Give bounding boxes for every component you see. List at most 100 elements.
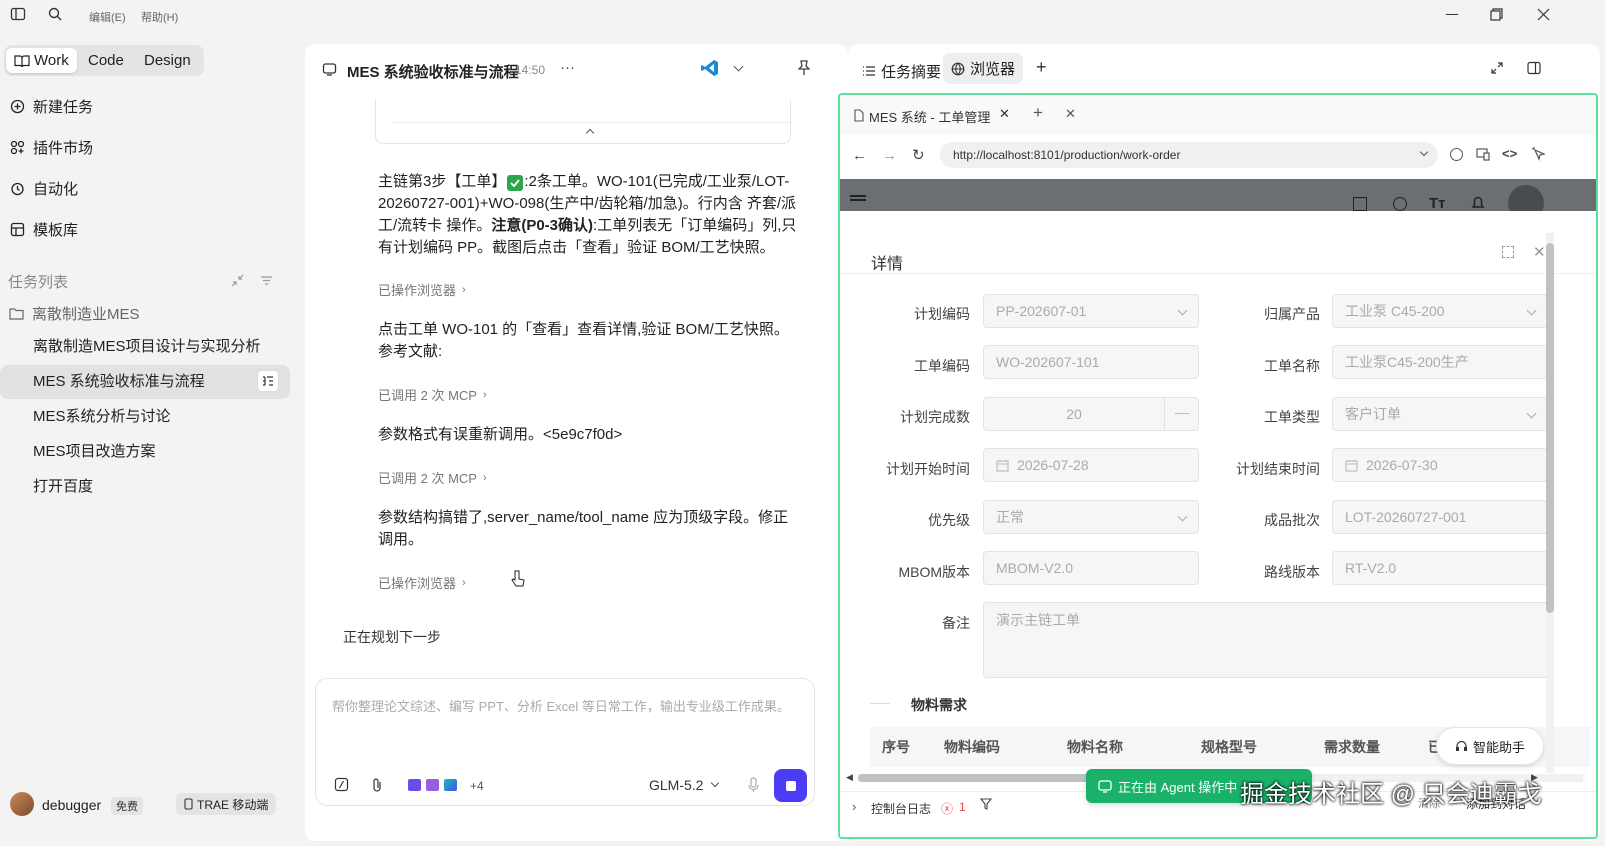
end-date-picker[interactable]: 2026-07-30 <box>1332 448 1548 482</box>
collapse-icon[interactable] <box>231 274 244 287</box>
image-tool-icon[interactable] <box>426 779 439 791</box>
tab-code[interactable]: Code <box>80 48 132 73</box>
mcp-calls-1[interactable]: 已调用 2 次 MCP › <box>378 385 487 404</box>
nav-new-task[interactable]: 新建任务 <box>10 93 93 119</box>
start-date-picker[interactable]: 2026-07-28 <box>983 448 1199 482</box>
close-tab-icon[interactable]: ✕ <box>999 106 1010 122</box>
inspect-icon[interactable] <box>1532 147 1546 161</box>
model-selector[interactable]: GLM-5.2 <box>649 777 703 793</box>
task-item[interactable]: MES 系统验收标准与流程 <box>33 371 205 393</box>
more-tools-count[interactable]: +4 <box>470 779 484 793</box>
device-icon[interactable] <box>1476 148 1490 161</box>
avatar[interactable] <box>10 792 34 816</box>
nav-label: 插件市场 <box>33 139 94 157</box>
more-menu-icon[interactable]: ··· <box>560 59 575 76</box>
v-scrollbar-track[interactable] <box>1546 233 1554 773</box>
tab-design[interactable]: Design <box>136 48 199 73</box>
material-title: 物料需求 <box>911 697 967 713</box>
stop-button[interactable] <box>774 769 807 802</box>
funnel-icon[interactable] <box>980 798 992 810</box>
priority-select[interactable]: 正常 <box>983 500 1199 534</box>
task-outline-icon[interactable] <box>257 370 279 392</box>
fullscreen-icon[interactable] <box>1353 197 1367 211</box>
folder-mes[interactable]: 离散制造业MES <box>9 300 140 326</box>
operated-browser-2[interactable]: 已操作浏览器 › <box>378 573 466 592</box>
bell-icon[interactable] <box>1471 195 1485 211</box>
reload-icon[interactable]: ↻ <box>912 146 925 164</box>
nav-template-library[interactable]: 模板库 <box>10 216 78 242</box>
video-tool-icon[interactable] <box>408 779 421 791</box>
hamburger-icon[interactable] <box>850 195 866 197</box>
task-item[interactable]: MES系统分析与讨论 <box>33 406 171 428</box>
remark-textarea[interactable]: 演示主链工单 <box>983 602 1548 678</box>
font-size-icon[interactable]: Tт <box>1429 195 1446 212</box>
url-bar[interactable]: http://localhost:8101/production/work-or… <box>940 142 1438 168</box>
product-select[interactable]: 工业泵 C45-200 <box>1332 294 1548 328</box>
value: PP-202607-01 <box>996 303 1087 319</box>
scroll-left-icon[interactable]: ◀ <box>846 772 853 783</box>
task-item[interactable]: MES项目改造方案 <box>33 441 156 463</box>
restore-icon[interactable] <box>1490 8 1503 21</box>
chat-input[interactable]: 帮你整理论文综述、编写 PPT、分析 Excel 等日常工作，输出专业级工作成果… <box>332 696 792 717</box>
chevron-right-icon[interactable]: › <box>852 799 856 814</box>
design-tool-icon[interactable] <box>444 779 457 791</box>
console-label[interactable]: 控制台日志 <box>871 800 931 817</box>
menu-help[interactable]: 帮助(H) <box>141 9 178 25</box>
chevron-down-icon[interactable] <box>733 61 744 72</box>
chevron-down-icon[interactable] <box>710 778 720 788</box>
forward-icon[interactable]: → <box>882 147 897 164</box>
chat-time: 14:50 <box>515 63 546 77</box>
lot-input[interactable]: LOT-20260727-001 <box>1332 500 1548 534</box>
task-item[interactable]: 打开百度 <box>33 476 93 498</box>
route-input[interactable]: RT-V2.0 <box>1332 551 1548 585</box>
microphone-icon[interactable] <box>748 777 759 793</box>
plan-qty-label: 计划完成数 <box>900 409 970 425</box>
code-view-icon[interactable]: <> <box>1502 146 1517 161</box>
plan-code-select[interactable]: PP-202607-01 <box>983 294 1199 328</box>
menu-edit[interactable]: 编辑(E) <box>89 9 126 25</box>
stepper-control[interactable] <box>1164 398 1198 430</box>
close-window-icon[interactable] <box>1537 8 1550 21</box>
maximize-icon[interactable] <box>1502 246 1514 258</box>
browser-tab-title[interactable]: MES 系统 - 工单管理 <box>869 107 990 126</box>
tab-work[interactable]: Work <box>6 48 77 73</box>
mbom-input[interactable]: MBOM-V2.0 <box>983 551 1199 585</box>
plugin-icon <box>10 140 25 155</box>
nav-automation[interactable]: 自动化 <box>10 175 78 201</box>
search-icon[interactable] <box>1393 197 1407 211</box>
calendar-icon <box>996 459 1009 472</box>
slash-command-icon[interactable] <box>334 777 349 792</box>
wo-code-input[interactable]: WO-202607-101 <box>983 345 1199 379</box>
pin-icon[interactable] <box>797 60 811 76</box>
wo-type-select[interactable]: 客户订单 <box>1332 397 1548 431</box>
phone-icon <box>184 798 193 810</box>
planning-status: 正在规划下一步 <box>343 629 441 645</box>
minimize-icon[interactable] <box>1446 14 1458 16</box>
tab-browser[interactable]: 浏览器 <box>943 53 1024 84</box>
close-dialog-icon[interactable]: ✕ <box>1533 243 1546 261</box>
assistant-button[interactable]: 智能助手 <box>1436 727 1544 765</box>
close-browser-icon[interactable]: ✕ <box>1065 106 1076 122</box>
record-icon[interactable] <box>1450 148 1463 161</box>
search-icon[interactable] <box>47 6 63 22</box>
attachment-icon[interactable] <box>371 777 383 793</box>
nav-plugin-market[interactable]: 插件市场 <box>10 134 93 160</box>
mcp-calls-2[interactable]: 已调用 2 次 MCP › <box>378 468 487 487</box>
status-label: 已操作浏览器 <box>378 283 457 298</box>
vscode-icon[interactable] <box>700 58 720 78</box>
split-view-icon[interactable] <box>1527 61 1541 75</box>
v-scrollbar-thumb[interactable] <box>1546 243 1554 613</box>
new-tab-icon[interactable]: + <box>1033 103 1043 123</box>
task-item[interactable]: 离散制造MES项目设计与实现分析 <box>33 336 261 358</box>
add-tab-icon[interactable]: + <box>1036 57 1047 78</box>
expand-icon[interactable] <box>1490 61 1504 75</box>
chat-input-box[interactable]: 帮你整理论文综述、编写 PPT、分析 Excel 等日常工作，输出专业级工作成果… <box>315 678 815 806</box>
filter-icon[interactable] <box>260 274 273 287</box>
plan-qty-stepper[interactable]: 20 <box>983 397 1199 431</box>
tab-task-summary[interactable]: 任务摘要 <box>862 59 941 83</box>
sidebar-toggle-icon[interactable] <box>10 6 26 22</box>
back-icon[interactable]: ← <box>852 147 867 164</box>
operated-browser-1[interactable]: 已操作浏览器 › <box>378 280 466 299</box>
wo-name-input[interactable]: 工业泵C45-200生产 <box>1332 345 1548 379</box>
mobile-button[interactable]: TRAE 移动端 <box>176 793 277 815</box>
